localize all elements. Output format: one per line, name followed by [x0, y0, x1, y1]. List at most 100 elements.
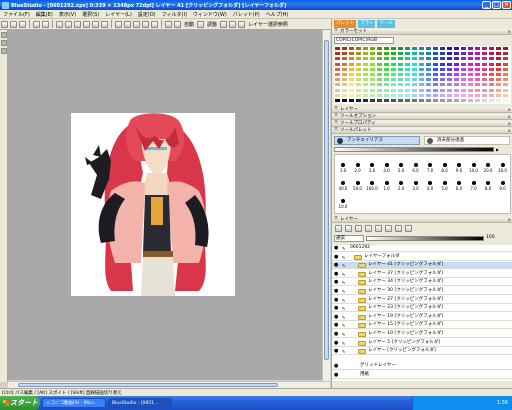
- brush-size-cell[interactable]: 5.0: [395, 163, 407, 173]
- blend-mode-dropdown[interactable]: 通常: [334, 235, 364, 242]
- layer-row[interactable]: ● ✎ レイヤー 37 [クリッピングフォルダ]: [332, 270, 512, 278]
- color-swatch[interactable]: [460, 98, 467, 103]
- color-set-header[interactable]: カラーセット×: [332, 28, 512, 35]
- brush-size-cell[interactable]: 20.0: [482, 163, 494, 173]
- color-swatch[interactable]: [341, 98, 348, 103]
- visibility-eye-icon[interactable]: ●: [334, 246, 340, 251]
- close-button[interactable]: ×: [502, 1, 511, 9]
- taskbar-item-bluestudio[interactable]: BlueStudio - [0601...: [108, 398, 172, 408]
- subpanel-tool-property-header[interactable]: ツールプロパティ×: [332, 120, 512, 127]
- brush-size-cell[interactable]: 100.0: [366, 181, 378, 191]
- transform-icon[interactable]: [83, 20, 90, 28]
- brush-size-cell[interactable]: 4.0: [424, 181, 436, 191]
- pen-icon[interactable]: ✎: [342, 272, 348, 277]
- color-swatch[interactable]: [453, 98, 460, 103]
- color-swatch[interactable]: [362, 98, 369, 103]
- color-swatch[interactable]: [481, 98, 488, 103]
- brush-size-cell[interactable]: 30.0: [497, 163, 509, 173]
- layer-row[interactable]: ● ✎ レイヤー 19 [クリッピングフォルダ]: [332, 313, 512, 321]
- brush-size-cell[interactable]: 9.0: [497, 181, 509, 191]
- copy-layer-icon[interactable]: [355, 225, 362, 232]
- color-swatch[interactable]: [411, 98, 418, 103]
- brush-size-cell[interactable]: 2.0: [352, 163, 364, 173]
- color-swatch[interactable]: [334, 98, 341, 103]
- color-swatch[interactable]: [404, 98, 411, 103]
- brush-size-cell[interactable]: 2.0: [395, 181, 407, 191]
- menu-item[interactable]: 表示(V): [56, 11, 79, 18]
- horizontal-scrollbar[interactable]: [8, 381, 330, 388]
- menu-item[interactable]: 設定(O): [135, 11, 159, 18]
- brush-size-cell[interactable]: 4.0: [381, 163, 393, 173]
- redo-icon[interactable]: [42, 20, 49, 28]
- ref-icon[interactable]: [229, 20, 237, 28]
- layer-row[interactable]: ● ✎ レイヤー 5 [クリッピングフォルダ]: [332, 339, 512, 347]
- color-swatch[interactable]: [418, 98, 425, 103]
- brush-size-cell[interactable]: 1.0: [381, 181, 393, 191]
- clip-icon[interactable]: [385, 225, 392, 232]
- layer-mask-icon[interactable]: [375, 225, 382, 232]
- layer-row[interactable]: ● ✎ レイヤーフォルダ: [332, 253, 512, 261]
- pen-icon[interactable]: ✎: [342, 246, 348, 251]
- minimize-button[interactable]: _: [482, 1, 491, 9]
- brush-size-cell[interactable]: 9.0: [453, 163, 465, 173]
- color-swatch[interactable]: [397, 98, 404, 103]
- color-swatch[interactable]: [502, 98, 509, 103]
- pen-icon[interactable]: ✎: [342, 332, 348, 337]
- vertical-scrollbar[interactable]: [322, 30, 330, 382]
- visibility-eye-icon[interactable]: ●: [334, 372, 340, 378]
- lock-icon[interactable]: [395, 225, 402, 232]
- menu-item[interactable]: ヘルプ(H): [263, 11, 292, 18]
- layer-row[interactable]: ● ✎ レイヤー 30 [クリッピングフォルダ]: [332, 288, 512, 295]
- color-swatch[interactable]: [446, 98, 453, 103]
- color-swatch[interactable]: [425, 98, 432, 103]
- brush-size-cell[interactable]: 3.0: [366, 163, 378, 173]
- layer-row[interactable]: ● ✎ レイヤー 34 [クリッピングフォルダ]: [332, 279, 512, 287]
- layer-row[interactable]: ● ✎ レイヤー 41 [クリッピングフォルダ]: [332, 262, 512, 270]
- color-swatch[interactable]: [439, 98, 446, 103]
- tool-badge[interactable]: ツール: [377, 20, 395, 28]
- maximize-button[interactable]: □: [492, 1, 501, 9]
- menu-item[interactable]: 選択(S): [79, 11, 102, 18]
- visibility-eye-icon[interactable]: ●: [334, 263, 340, 268]
- pen-icon[interactable]: ✎: [342, 341, 348, 346]
- layer-icon[interactable]: [220, 20, 228, 28]
- opacity-slider[interactable]: [366, 236, 484, 241]
- color-swatch[interactable]: [474, 98, 481, 103]
- color-swatch[interactable]: [467, 98, 474, 103]
- brush-size-cell[interactable]: 6.0: [410, 163, 422, 173]
- hand-icon[interactable]: [133, 20, 140, 28]
- menu-item[interactable]: 編集(E): [33, 11, 56, 18]
- color-swatch-grid[interactable]: [334, 46, 511, 104]
- color-swatch[interactable]: [432, 98, 439, 103]
- layer-row[interactable]: ● ✎ 0601292: [332, 245, 512, 252]
- open-file-icon[interactable]: [10, 20, 17, 28]
- rotate-icon[interactable]: [142, 20, 149, 28]
- layer-row[interactable]: ● ✎ レイヤー 10 [クリッピングフォルダ]: [332, 331, 512, 338]
- copy-icon[interactable]: [65, 20, 72, 28]
- color-swatch[interactable]: [383, 98, 390, 103]
- visibility-eye-icon[interactable]: ●: [334, 254, 340, 260]
- layer-row[interactable]: ● ✎ レイヤー 15 [クリッピングフォルダ]: [332, 322, 512, 330]
- paste-icon[interactable]: [74, 20, 81, 28]
- fill-icon[interactable]: [101, 20, 108, 28]
- color-swatch[interactable]: [390, 98, 397, 103]
- brush-size-slider[interactable]: [334, 147, 494, 152]
- subpanel-layer-header[interactable]: レイヤー×: [332, 106, 512, 113]
- taskbar-item-browser[interactable]: ニコニコ動画(9) - Micr...: [42, 398, 106, 408]
- menu-item[interactable]: ウィンドウ(W): [190, 11, 230, 18]
- eraser-tool-icon[interactable]: [1, 48, 7, 54]
- menu-item[interactable]: フィルタ(I): [159, 11, 190, 18]
- menu-item[interactable]: レイヤー(L): [102, 11, 135, 18]
- color-set-dropdown[interactable]: COPIC(COPIC)RGB: [334, 37, 394, 44]
- brush-size-cell[interactable]: 10.0: [468, 163, 480, 173]
- zoom-out-icon[interactable]: [124, 20, 131, 28]
- color-swatch[interactable]: [348, 98, 355, 103]
- brush-antialias-option[interactable]: アンチエイリアス: [334, 136, 420, 145]
- brush-tool-icon[interactable]: [1, 40, 7, 46]
- canvas-paper[interactable]: [71, 113, 235, 296]
- merge-layer-icon[interactable]: [365, 225, 372, 232]
- brush-size-cell[interactable]: 7.0: [424, 163, 436, 173]
- brush-size-cell[interactable]: 7.0: [468, 181, 480, 191]
- visibility-eye-icon[interactable]: ●: [334, 349, 340, 354]
- new-folder-icon[interactable]: [345, 225, 352, 232]
